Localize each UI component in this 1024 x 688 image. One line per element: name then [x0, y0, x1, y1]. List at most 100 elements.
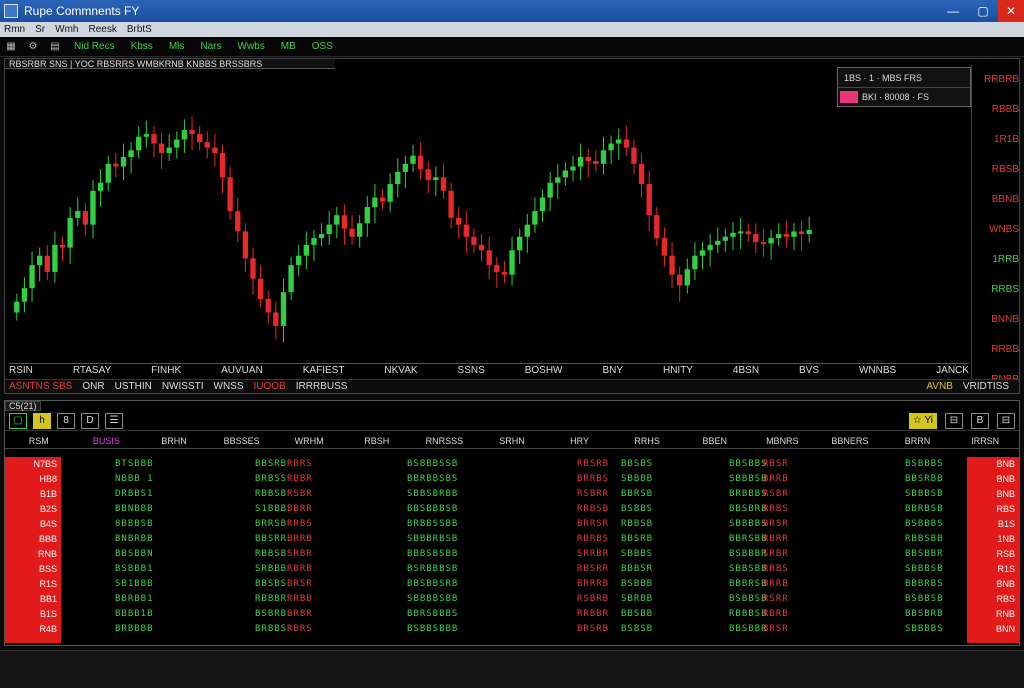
column-header[interactable]: BRHN — [140, 436, 208, 446]
candle[interactable] — [715, 240, 721, 245]
candle[interactable] — [349, 228, 355, 237]
candle[interactable] — [151, 134, 157, 144]
candle[interactable] — [539, 197, 546, 212]
menu-item[interactable]: Rmn — [4, 24, 25, 35]
candle[interactable] — [753, 234, 759, 243]
table-cell[interactable]: BBSBBSRB — [407, 577, 458, 592]
candle[interactable] — [189, 130, 195, 135]
candle[interactable] — [387, 184, 393, 202]
table-cell[interactable]: S1BBB — [255, 502, 287, 517]
candle[interactable] — [379, 197, 386, 202]
table-cell[interactable]: SRBR — [287, 547, 313, 562]
candle[interactable] — [555, 177, 561, 183]
candle[interactable] — [684, 269, 690, 286]
table-cell[interactable]: SB1BBB — [115, 577, 154, 592]
candle[interactable] — [166, 147, 172, 153]
grid-icon[interactable]: ▦ — [4, 41, 18, 53]
candle[interactable] — [14, 301, 20, 313]
candle[interactable] — [433, 177, 439, 181]
table-cell[interactable]: RBBSB — [255, 487, 287, 502]
settings-icon[interactable]: ⚙ — [26, 41, 40, 53]
candle[interactable] — [37, 255, 43, 266]
candle[interactable] — [669, 255, 675, 275]
table-tool-button[interactable]: ☆ Yi — [908, 412, 937, 429]
table-tool-button[interactable]: ⊟ — [997, 412, 1015, 429]
column-header[interactable]: BBNERS — [816, 436, 884, 446]
candle[interactable] — [257, 278, 264, 299]
candle[interactable] — [517, 236, 523, 251]
candle[interactable] — [547, 182, 553, 198]
table-cell[interactable]: BBRBBSBS — [407, 472, 458, 487]
table-cell[interactable]: BSBBBR — [729, 547, 768, 562]
table-cell[interactable]: RBBBR — [255, 592, 287, 607]
table-cell[interactable]: BBSBBN — [115, 547, 154, 562]
column-header[interactable]: WRHM — [275, 436, 343, 446]
candle[interactable] — [364, 207, 370, 224]
column-header[interactable]: RRHS — [613, 436, 681, 446]
chart-panel[interactable]: RBSRBR SNS | YOC RBSRRS WMBKRNB KNBBS BR… — [4, 58, 1020, 394]
candle[interactable] — [570, 166, 576, 171]
toolbar-item[interactable]: Mls — [165, 41, 189, 52]
candle[interactable] — [524, 224, 530, 237]
table-cell[interactable]: BSBBBS — [905, 457, 944, 472]
candle[interactable] — [585, 157, 591, 162]
candle[interactable] — [90, 190, 96, 225]
candle[interactable] — [677, 274, 683, 286]
candle[interactable] — [402, 163, 409, 172]
table-cell[interactable]: RBBR — [287, 472, 313, 487]
candle[interactable] — [593, 161, 599, 164]
candle[interactable] — [410, 155, 416, 164]
candle[interactable] — [265, 298, 271, 313]
table-cell[interactable]: RRBSB — [577, 502, 609, 517]
candle[interactable] — [699, 250, 706, 256]
table-tool-button[interactable]: ▢ — [9, 412, 27, 429]
candle[interactable] — [638, 163, 645, 185]
candle[interactable] — [212, 147, 218, 153]
maximize-button[interactable]: ▢ — [968, 0, 998, 22]
table-cell[interactable]: RBRS — [287, 457, 313, 472]
candle[interactable] — [440, 177, 447, 191]
candle[interactable] — [425, 169, 431, 181]
minimize-button[interactable]: — — [938, 0, 968, 22]
table-cell[interactable]: SBRBB — [621, 592, 653, 607]
table-cell[interactable]: BRRBS — [577, 472, 609, 487]
table-cell[interactable]: BRRB — [763, 577, 789, 592]
table-cell[interactable]: SBBBBS — [905, 622, 944, 637]
candle[interactable] — [471, 236, 477, 245]
column-header[interactable]: MBNRS — [749, 436, 817, 446]
table-cell[interactable]: SBBSBRBB — [407, 487, 458, 502]
table-tool-button[interactable]: ☰ — [105, 412, 123, 429]
candle[interactable] — [341, 215, 348, 229]
table-tool-button[interactable]: B — [971, 412, 989, 429]
candle[interactable] — [654, 215, 660, 239]
candle[interactable] — [67, 217, 73, 248]
candle[interactable] — [776, 234, 782, 239]
chart-icon[interactable]: ▤ — [48, 41, 62, 53]
table-cell[interactable]: BBBSR — [621, 562, 653, 577]
table-cell[interactable]: BRSR — [763, 517, 789, 532]
column-header[interactable]: BRRN — [884, 436, 952, 446]
table-cell[interactable]: RSBR — [287, 487, 313, 502]
candle[interactable] — [448, 190, 454, 218]
table-cell[interactable]: SBBBS — [621, 547, 653, 562]
table-tool-button[interactable]: D — [81, 412, 99, 429]
column-header[interactable]: BBEN — [681, 436, 749, 446]
table-cell[interactable]: RRBS — [763, 502, 789, 517]
table-cell[interactable]: BBSBS — [255, 577, 287, 592]
menu-item[interactable]: Reesk — [88, 24, 116, 35]
candle[interactable] — [174, 139, 180, 148]
candle[interactable] — [395, 171, 401, 185]
column-header[interactable]: SRHN — [478, 436, 546, 446]
candle[interactable] — [204, 142, 210, 148]
table-cell[interactable]: SBBSBB — [729, 562, 768, 577]
table-cell[interactable]: NBBB 1 — [115, 472, 154, 487]
candle[interactable] — [692, 255, 698, 270]
close-button[interactable]: ✕ — [998, 0, 1024, 22]
column-header[interactable]: HRY — [546, 436, 614, 446]
table-cell[interactable]: BRSR — [763, 622, 789, 637]
table-cell[interactable]: BSBBBSSB — [407, 457, 458, 472]
table-cell[interactable]: BBSRBB — [905, 472, 944, 487]
table-cell[interactable]: SBBBB — [621, 472, 653, 487]
table-cell[interactable]: BRSR — [287, 577, 313, 592]
table-cell[interactable]: BBNBBB — [115, 502, 154, 517]
